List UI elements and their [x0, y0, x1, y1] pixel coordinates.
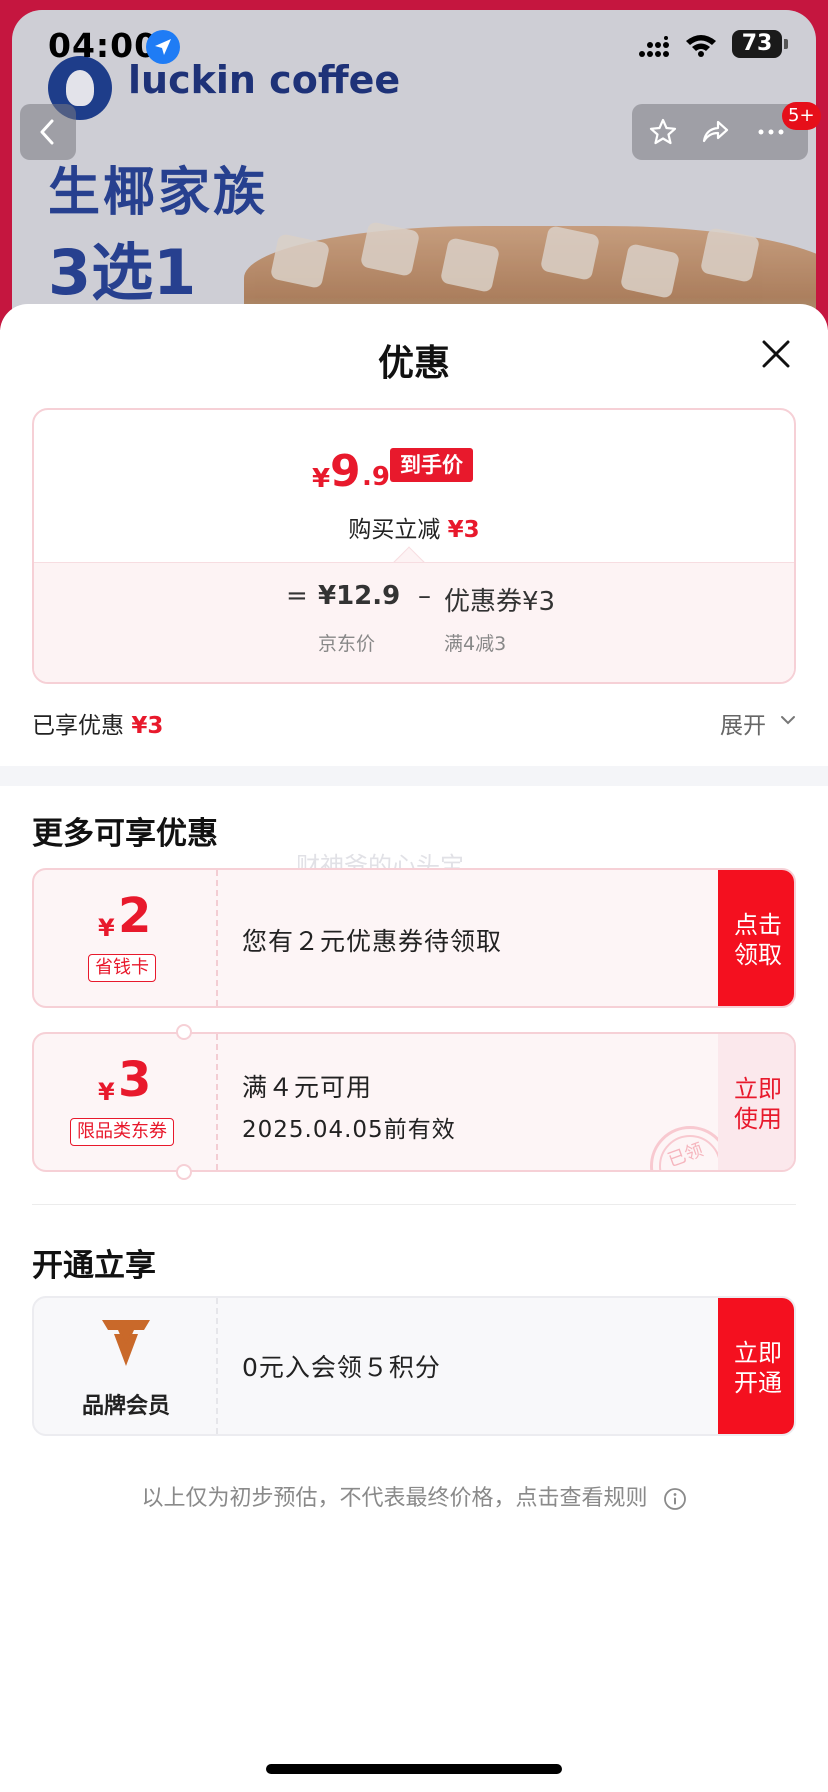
coupon-expiry: 2025.04.05前有效 — [242, 1117, 456, 1143]
final-price: ¥ 9 .9 到手价 — [34, 446, 794, 506]
share-icon[interactable] — [700, 117, 730, 147]
wifi-icon — [686, 35, 716, 57]
coupon-notch — [176, 1024, 192, 1040]
coupon-value: 2 — [118, 888, 152, 944]
join-button-line1: 立即 — [734, 1339, 782, 1367]
member-logo-panel: 品牌会员 — [34, 1298, 218, 1434]
price-summary-card: ¥ 9 .9 到手价 购买立减 ¥3 = ¥12.9 – 优惠券¥3 京东价 满… — [32, 408, 796, 684]
expand-button[interactable]: 展开 — [720, 706, 766, 740]
info-icon[interactable] — [663, 1487, 687, 1511]
use-coupon-button[interactable]: 立即 使用 — [718, 1034, 794, 1170]
coupon-value-panel: ¥ 3 限品类东券 — [34, 1034, 218, 1170]
open-to-enjoy-title: 开通立享 — [32, 1248, 156, 1284]
back-button[interactable] — [20, 104, 76, 160]
coupon-currency: ¥ — [98, 1078, 115, 1106]
brand-v-logo-icon — [102, 1320, 150, 1366]
battery-level: 73 — [741, 31, 773, 56]
promo-subtitle: 3选1 — [48, 236, 197, 309]
coupon-condition: 满４元可用 — [242, 1073, 373, 1102]
formula-equals: = — [286, 581, 308, 611]
final-price-tag: 到手价 — [390, 448, 473, 482]
member-offer-text: 0元入会领５积分 — [242, 1353, 441, 1382]
claim-button-line1: 点击 — [734, 911, 782, 939]
battery-icon: 73 — [732, 30, 782, 58]
more-icon[interactable] — [756, 117, 786, 147]
instant-discount: 购买立减 ¥3 — [34, 510, 794, 544]
notification-badge: 5+ — [782, 102, 821, 130]
join-button-line2: 开通 — [734, 1369, 782, 1397]
chevron-left-icon — [40, 119, 54, 145]
coupon-type-tag: 限品类东券 — [70, 1118, 174, 1146]
enjoyed-amount: ¥3 — [131, 713, 164, 739]
section-divider — [0, 766, 828, 786]
formula-coupon-label: 满4减3 — [444, 633, 507, 655]
price-integer: 9 — [330, 446, 361, 497]
close-icon[interactable] — [758, 336, 794, 372]
more-discounts-title: 更多可享优惠 — [32, 816, 218, 852]
formula-base-price: ¥12.9 — [318, 581, 401, 611]
location-arrow-icon — [146, 30, 180, 64]
disclaimer-text: 以上仅为初步预估，不代表最终价格，点击查看规则 — [141, 1486, 648, 1511]
sheet-title: 优惠 — [377, 343, 450, 384]
coupon-value-panel: ¥ 2 省钱卡 — [34, 870, 218, 1006]
formula-minus: – — [418, 581, 431, 611]
coupon-value: 3 — [118, 1052, 152, 1108]
coupon-card-savings: ¥ 2 省钱卡 您有２元优惠券待领取 点击 领取 — [32, 868, 796, 1008]
discount-sheet: 优惠 ¥ 9 .9 到手价 购买立减 ¥3 = ¥12.9 – 优惠券¥3 京东… — [0, 304, 828, 1792]
coupon-description: 您有２元优惠券待领取 — [242, 927, 503, 956]
status-bar: 04:00 73 — [0, 0, 828, 90]
favorite-star-icon[interactable] — [648, 117, 678, 147]
price-currency: ¥ — [312, 464, 331, 494]
instant-discount-amount: ¥3 — [447, 517, 480, 543]
price-decimal: .9 — [362, 462, 390, 492]
member-label: 品牌会员 — [81, 1394, 170, 1419]
section-divider-line — [32, 1204, 796, 1205]
formula-base-label: 京东价 — [318, 633, 376, 655]
promo-title: 生椰家族 — [48, 163, 269, 223]
join-member-button[interactable]: 立即 开通 — [718, 1298, 794, 1434]
use-button-line2: 使用 — [734, 1105, 782, 1133]
coupon-currency: ¥ — [98, 914, 115, 942]
enjoyed-discount: 已享优惠 ¥3 — [32, 706, 163, 740]
estimate-disclaimer[interactable]: 以上仅为初步预估，不代表最终价格，点击查看规则 — [0, 1480, 828, 1512]
coupon-notch — [176, 1164, 192, 1180]
claim-coupon-button[interactable]: 点击 领取 — [718, 870, 794, 1006]
status-time: 04:00 — [48, 26, 159, 65]
coupon-type-tag: 省钱卡 — [88, 954, 156, 982]
coupon-card-category: ¥ 3 限品类东券 满４元可用 2025.04.05前有效 已领 立即 使用 — [32, 1032, 796, 1172]
chevron-down-icon[interactable] — [780, 714, 796, 726]
formula-coupon: 优惠券¥3 — [444, 587, 556, 617]
claim-button-line2: 领取 — [734, 941, 782, 969]
use-button-line1: 立即 — [734, 1075, 782, 1103]
signal-icon — [639, 36, 669, 57]
home-indicator[interactable] — [266, 1764, 562, 1774]
brand-member-card: 品牌会员 0元入会领５积分 立即 开通 — [32, 1296, 796, 1436]
instant-discount-label: 购买立减 — [348, 517, 441, 543]
price-formula: = ¥12.9 – 优惠券¥3 京东价 满4减3 — [34, 562, 794, 682]
enjoyed-label: 已享优惠 — [32, 713, 124, 739]
